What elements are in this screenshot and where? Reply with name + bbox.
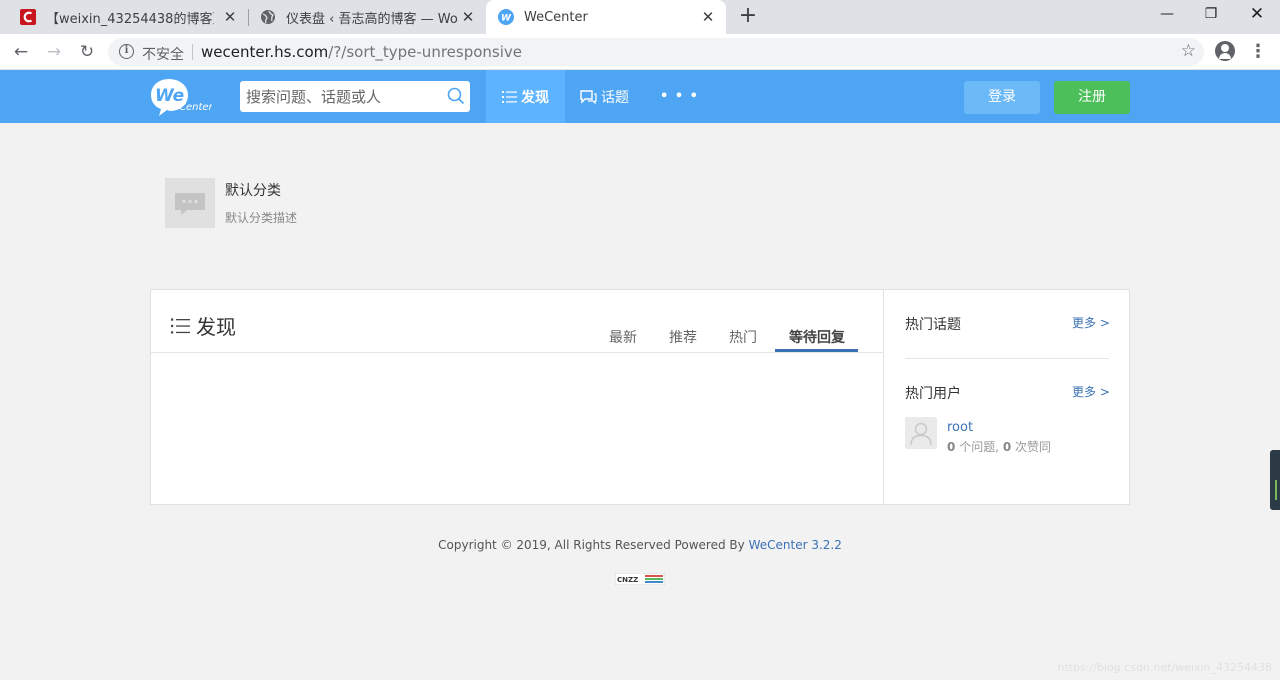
csdn-icon [20, 9, 36, 25]
sort-tab-unresponsive[interactable]: 等待回复 [789, 327, 845, 347]
discover-column: 发现 最新 推荐 热门 等待回复 [151, 290, 884, 504]
category-name[interactable]: 默认分类 [225, 180, 281, 200]
side-widget[interactable] [1270, 450, 1280, 510]
back-button[interactable]: ← [10, 41, 32, 63]
browser-toolbar: ← → ↻ i 不安全 wecenter.hs.com/?/sort_type-… [0, 34, 1280, 70]
wecenter-logo[interactable]: We Center [150, 77, 214, 117]
category-description: 默认分类描述 [225, 211, 298, 225]
address-divider [192, 44, 193, 60]
discover-header: 发现 最新 推荐 热门 等待回复 [151, 290, 884, 353]
hot-users-title: 热门用户 [905, 386, 961, 402]
user-name-link[interactable]: root [947, 420, 973, 435]
tab-title: WeCenter [524, 9, 588, 25]
search-input[interactable] [240, 81, 440, 112]
browser-tab-wecenter[interactable]: W WeCenter ✕ [486, 0, 726, 34]
forward-button[interactable]: → [43, 41, 65, 63]
browser-tab-bar: 【weixin_43254438的博客】新手 ✕ 仪表盘 ‹ 吾志高的博客 — … [0, 0, 1280, 34]
vote-label: 次赞同 [1015, 440, 1052, 454]
nav-discover[interactable]: 发现 [486, 70, 565, 123]
site-header: We Center 发现 话题 • • • 登录 注册 [0, 70, 1280, 123]
new-tab-button[interactable]: + [738, 5, 758, 28]
watermark: https://blog.csdn.net/weixin_43254438 [1057, 661, 1272, 674]
avatar[interactable] [905, 417, 937, 449]
footer: Copyright © 2019, All Rights Reserved Po… [0, 538, 1280, 552]
globe-icon [260, 9, 276, 25]
security-label: 不安全 [142, 47, 184, 63]
sort-tab-newest[interactable]: 最新 [609, 327, 637, 347]
svg-text:W: W [501, 14, 512, 24]
sidebar: 热门话题 更多 > 热门用户 更多 > root 0 个问题, 0 次赞同 [885, 290, 1129, 504]
question-count: 0 [947, 440, 956, 454]
tab-title: 【weixin_43254438的博客】新手 [46, 11, 214, 27]
page-title-text: 发现 [196, 315, 236, 339]
vote-count: 0 [1002, 440, 1012, 454]
login-button[interactable]: 登录 [964, 81, 1040, 114]
sidebar-divider [905, 358, 1109, 359]
copyright-text: Copyright © 2019, All Rights Reserved Po… [438, 538, 745, 552]
nav-topics[interactable]: 话题 [580, 70, 629, 123]
user-stats: 0 个问题, 0 次赞同 [947, 438, 1051, 455]
hot-topics-title: 热门话题 [905, 317, 961, 333]
reload-button[interactable]: ↻ [76, 41, 98, 63]
restore-button[interactable]: ❐ [1197, 4, 1225, 26]
window-close-button[interactable]: ✕ [1243, 4, 1271, 26]
url-text: wecenter.hs.com/?/sort_type-unresponsive [201, 43, 522, 61]
sort-tab-hot[interactable]: 热门 [729, 327, 757, 347]
close-tab-icon[interactable]: ✕ [222, 9, 238, 25]
chat-icon [580, 89, 597, 104]
bookmark-star-icon[interactable]: ☆ [1181, 41, 1196, 61]
logo-text-center: Center [179, 102, 212, 113]
nav-more[interactable]: • • • [660, 70, 699, 123]
page-title: 发现 [171, 311, 236, 340]
minimize-button[interactable]: — [1153, 4, 1181, 26]
nav-discover-label: 发现 [521, 89, 549, 106]
active-tab-underline [775, 349, 858, 352]
list-icon [171, 318, 190, 334]
register-button[interactable]: 注册 [1054, 81, 1130, 114]
url-path: /?/sort_type-unresponsive [328, 43, 522, 61]
tab-title: 仪表盘 ‹ 吾志高的博客 — WordP [286, 11, 458, 27]
profile-icon[interactable] [1215, 41, 1235, 61]
wecenter-icon: W [498, 9, 514, 25]
info-icon[interactable]: i [119, 44, 134, 59]
sort-tab-recommended[interactable]: 推荐 [669, 327, 697, 347]
list-icon [502, 90, 517, 103]
category-icon [165, 178, 215, 228]
cnzz-badge[interactable]: CNZZ [614, 572, 666, 586]
more-icon: • • • [660, 89, 699, 104]
browser-menu-icon[interactable]: ⋮ [1248, 41, 1268, 63]
close-tab-icon[interactable]: ✕ [460, 9, 476, 25]
question-label: 个问题, [959, 440, 1000, 454]
cnzz-label: CNZZ [617, 576, 638, 584]
hot-topics-more-link[interactable]: 更多 > [1072, 314, 1110, 331]
address-bar[interactable]: i 不安全 wecenter.hs.com/?/sort_type-unresp… [108, 38, 1204, 66]
search-icon[interactable] [447, 87, 465, 105]
browser-tab-csdn[interactable]: 【weixin_43254438的博客】新手 ✕ [8, 0, 248, 34]
hot-users-more-link[interactable]: 更多 > [1072, 383, 1110, 400]
url-host: wecenter.hs.com [201, 43, 329, 61]
nav-topics-label: 话题 [601, 89, 629, 106]
browser-tab-wordpress[interactable]: 仪表盘 ‹ 吾志高的博客 — WordP ✕ [248, 0, 486, 34]
wecenter-link[interactable]: WeCenter 3.2.2 [749, 538, 842, 552]
search-box [240, 81, 470, 112]
close-tab-icon[interactable]: ✕ [700, 9, 716, 25]
content-panel: 发现 最新 推荐 热门 等待回复 热门话题 更多 > 热门用户 更多 > roo… [150, 289, 1130, 505]
